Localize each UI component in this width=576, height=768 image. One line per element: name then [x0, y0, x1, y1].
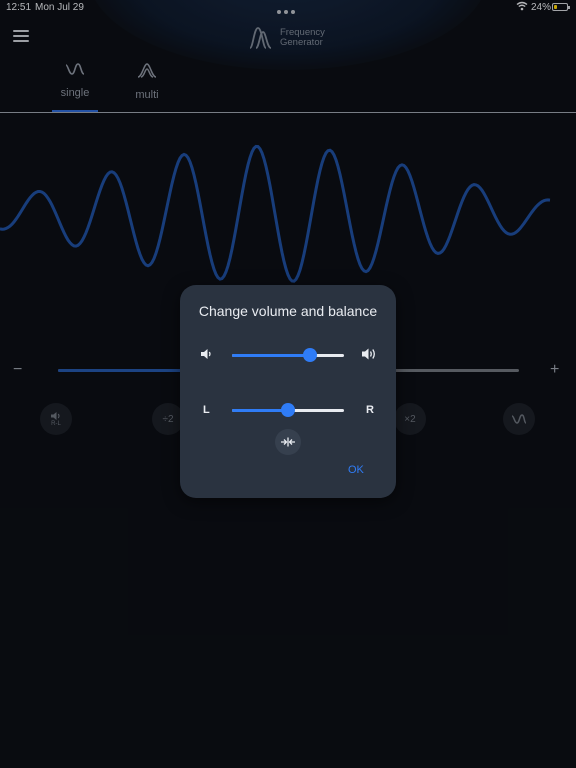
volume-slider-fill [232, 354, 311, 357]
volume-low-icon[interactable] [200, 348, 214, 360]
center-arrows-icon [281, 437, 295, 447]
volume-balance-dialog: Change volume and balance L R OK [180, 285, 396, 498]
balance-left-label: L [203, 404, 210, 416]
volume-high-icon[interactable] [361, 347, 378, 361]
center-balance-button[interactable] [275, 429, 301, 455]
balance-slider[interactable] [232, 403, 344, 417]
balance-slider-fill [232, 409, 288, 412]
volume-slider[interactable] [232, 348, 344, 362]
ok-button[interactable]: OK [348, 464, 364, 476]
volume-slider-thumb[interactable] [303, 348, 318, 362]
balance-right-label: R [366, 404, 374, 416]
dialog-title: Change volume and balance [198, 303, 378, 319]
balance-slider-thumb[interactable] [281, 403, 295, 417]
